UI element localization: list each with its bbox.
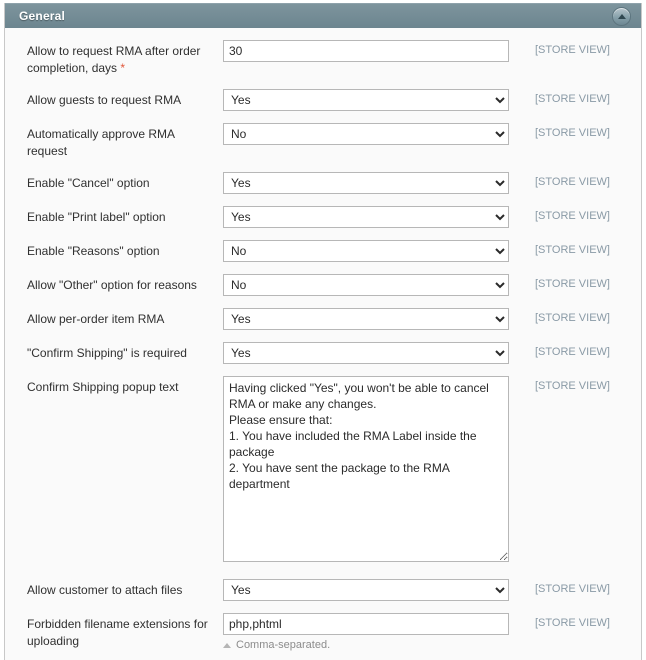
scope-label: [STORE VIEW] xyxy=(535,346,610,358)
triangle-up-glyph xyxy=(617,13,626,19)
field-row: Forbidden filename extensions for upload… xyxy=(5,613,641,651)
config-page: General Allow to request RMA after order… xyxy=(0,0,646,660)
field-label-text: Allow "Other" option for reasons xyxy=(27,278,197,292)
field-note-text: Comma-separated. xyxy=(236,639,331,651)
field-control: YesNo xyxy=(223,240,509,262)
field-label-enable-reasons-option: Enable "Reasons" option xyxy=(27,240,223,260)
required-asterisk: * xyxy=(117,61,126,75)
scope-label: [STORE VIEW] xyxy=(535,312,610,324)
select-enable-cancel-option[interactable]: YesNo xyxy=(223,172,509,194)
field-label-text: Allow guests to request RMA xyxy=(27,93,182,107)
field-row: Allow "Other" option for reasons YesNo [ST… xyxy=(5,274,641,296)
scope-label: [STORE VIEW] xyxy=(535,210,610,222)
field-row: Enable "Cancel" option YesNo [STORE VIEW] xyxy=(5,172,641,194)
field-row: Enable "Print label" option YesNo [STORE V… xyxy=(5,206,641,228)
field-control: YesNo xyxy=(223,579,509,601)
field-label-confirm-shipping-popup-text: Confirm Shipping popup text xyxy=(27,376,223,396)
field-control: YesNo xyxy=(223,308,509,330)
scope-label: [STORE VIEW] xyxy=(535,583,610,595)
select-allow-other-option-for-reasons[interactable]: YesNo xyxy=(223,274,509,296)
field-label-allow-to-request-rma-after-order-completion-days: Allow to request RMA after order complet… xyxy=(27,40,223,77)
triangle-up-icon xyxy=(223,642,231,648)
field-row: Automatically approve RMA request YesNo [S… xyxy=(5,123,641,160)
select-allow-per-order-item-rma[interactable]: YesNo xyxy=(223,308,509,330)
field-row: Allow to request RMA after order complet… xyxy=(5,40,641,77)
field-note: Comma-separated. xyxy=(223,639,509,651)
input-allow-to-request-rma-after-order-completion-days[interactable] xyxy=(223,40,509,62)
panel-body: Allow to request RMA after order complet… xyxy=(5,28,641,660)
scope-label: [STORE VIEW] xyxy=(535,176,610,188)
field-control: YesNo xyxy=(223,123,509,145)
select-confirm-shipping-is-required[interactable]: YesNo xyxy=(223,342,509,364)
field-label-text: Allow to request RMA after order complet… xyxy=(27,44,201,75)
scope-label: [STORE VIEW] xyxy=(535,380,610,392)
field-control xyxy=(223,40,509,62)
field-control: YesNo xyxy=(223,89,509,111)
scope-label: [STORE VIEW] xyxy=(535,127,610,139)
select-enable-print-label-option[interactable]: YesNo xyxy=(223,206,509,228)
field-label-allow-per-order-item-rma: Allow per-order item RMA xyxy=(27,308,223,328)
panel-title: General xyxy=(19,9,66,23)
field-label-text: Enable "Cancel" option xyxy=(27,176,150,190)
scope-label: [STORE VIEW] xyxy=(535,244,610,256)
select-allow-customer-to-attach-files[interactable]: YesNo xyxy=(223,579,509,601)
field-control: YesNo xyxy=(223,172,509,194)
field-control xyxy=(223,376,509,567)
field-row: Allow per-order item RMA YesNo [STORE VIEW… xyxy=(5,308,641,330)
field-control: YesNo xyxy=(223,274,509,296)
select-allow-guests-to-request-rma[interactable]: YesNo xyxy=(223,89,509,111)
field-label-automatically-approve-rma-request: Automatically approve RMA request xyxy=(27,123,223,160)
field-label-allow-other-option-for-reasons: Allow "Other" option for reasons xyxy=(27,274,223,294)
field-control: Comma-separated. xyxy=(223,613,509,651)
textarea-confirm-shipping-popup-text[interactable] xyxy=(223,376,509,562)
field-label-text: Enable "Reasons" option xyxy=(27,244,160,258)
chevron-up-circle-icon[interactable] xyxy=(612,6,631,26)
field-label-text: Automatically approve RMA request xyxy=(27,127,175,158)
general-settings-panel: General Allow to request RMA after order… xyxy=(4,3,642,660)
field-row: Allow guests to request RMA YesNo [STORE V… xyxy=(5,89,641,111)
field-label-forbidden-filename-extensions-for-uploading: Forbidden filename extensions for upload… xyxy=(27,613,223,650)
field-row: "Confirm Shipping" is required YesNo [STOR… xyxy=(5,342,641,364)
field-label-text: "Confirm Shipping" is required xyxy=(27,346,187,360)
field-label-text: Allow customer to attach files xyxy=(27,583,183,597)
select-enable-reasons-option[interactable]: YesNo xyxy=(223,240,509,262)
field-row: Enable "Reasons" option YesNo [STORE VIEW] xyxy=(5,240,641,262)
select-automatically-approve-rma-request[interactable]: YesNo xyxy=(223,123,509,145)
field-label-allow-guests-to-request-rma: Allow guests to request RMA xyxy=(27,89,223,109)
field-label-enable-print-label-option: Enable "Print label" option xyxy=(27,206,223,226)
scope-label: [STORE VIEW] xyxy=(535,278,610,290)
input-forbidden-filename-extensions-for-uploading[interactable] xyxy=(223,613,509,635)
scope-label: [STORE VIEW] xyxy=(535,617,610,629)
field-control: YesNo xyxy=(223,206,509,228)
field-label-text: Allow per-order item RMA xyxy=(27,312,165,326)
field-control: YesNo xyxy=(223,342,509,364)
scope-label: [STORE VIEW] xyxy=(535,93,610,105)
field-label-allow-customer-to-attach-files: Allow customer to attach files xyxy=(27,579,223,599)
field-label-enable-cancel-option: Enable "Cancel" option xyxy=(27,172,223,192)
field-label-text: Confirm Shipping popup text xyxy=(27,380,179,394)
field-row: Allow customer to attach files YesNo [STOR… xyxy=(5,579,641,601)
field-row: Confirm Shipping popup text [STORE VIEW] xyxy=(5,376,641,567)
scope-label: [STORE VIEW] xyxy=(535,44,610,56)
field-label-text: Enable "Print label" option xyxy=(27,210,166,224)
field-label-text: Forbidden filename extensions for upload… xyxy=(27,617,208,648)
panel-header[interactable]: General xyxy=(5,3,641,28)
field-label-confirm-shipping-is-required: "Confirm Shipping" is required xyxy=(27,342,223,362)
